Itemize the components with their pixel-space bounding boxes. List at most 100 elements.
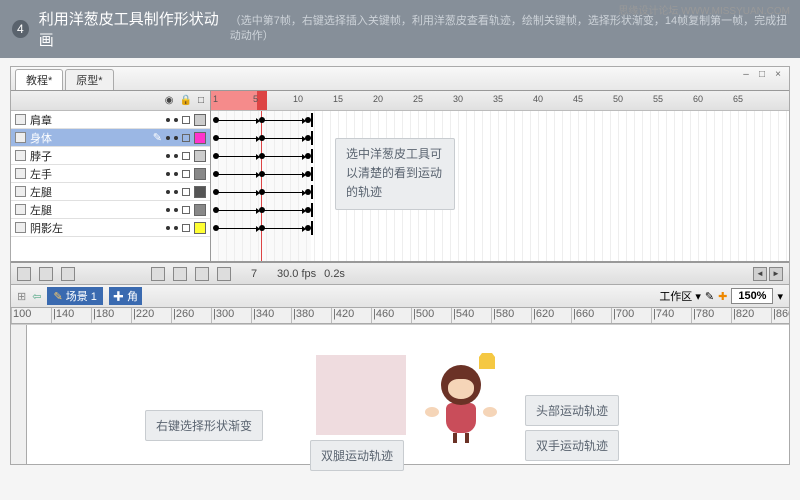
ruler-tick: 25	[411, 91, 451, 110]
flash-window: 教程* 原型* – □ × ◉ 🔒 □ 肩章 身体 ✎ 脖子 左手 左腿 左腿	[10, 66, 790, 465]
shape-tween[interactable]	[263, 210, 303, 211]
keyframe-row[interactable]	[211, 129, 789, 147]
close-icon[interactable]: ×	[773, 71, 783, 81]
shape-tween[interactable]	[263, 228, 303, 229]
ruler-tick: |860	[771, 308, 789, 323]
character-body	[446, 403, 476, 433]
layer-icon	[15, 186, 26, 197]
crown-icon	[479, 357, 495, 369]
ruler-tick: |220	[131, 308, 171, 323]
shape-tween[interactable]	[263, 138, 303, 139]
watermark: 思缘设计论坛 WWW.MISSYUAN.COM	[618, 2, 790, 17]
layer-color[interactable]	[194, 186, 206, 198]
ruler-tick: |580	[491, 308, 531, 323]
ruler-tick: |260	[171, 308, 211, 323]
edit-scene-icon[interactable]: ✎	[705, 290, 714, 303]
window-controls: – □ ×	[739, 69, 785, 90]
symbol-crumb[interactable]: ✚ 角	[109, 287, 142, 305]
shape-tween[interactable]	[217, 228, 257, 229]
layer-lock[interactable]	[182, 116, 190, 124]
scroll-left-icon[interactable]: ◄	[753, 267, 767, 281]
layer-lock[interactable]	[182, 152, 190, 160]
layer-color[interactable]	[194, 132, 206, 144]
layer-color[interactable]	[194, 150, 206, 162]
frame-end	[311, 185, 313, 199]
ruler-tick: |140	[51, 308, 91, 323]
keyframe-row[interactable]	[211, 201, 789, 219]
layer-color[interactable]	[194, 168, 206, 180]
layer-row[interactable]: 左腿	[11, 183, 210, 201]
ruler-tick: |820	[731, 308, 771, 323]
shape-tween[interactable]	[263, 120, 303, 121]
callout-hands-track: 双手运动轨迹	[525, 430, 619, 461]
ruler-tick: |500	[411, 308, 451, 323]
layer-lock[interactable]	[182, 170, 190, 178]
ruler-tick: 45	[571, 91, 611, 110]
layer-lock[interactable]	[182, 188, 190, 196]
onion-outline-icon[interactable]	[195, 267, 209, 281]
layer-lock[interactable]	[182, 134, 190, 142]
maximize-icon[interactable]: □	[757, 71, 767, 81]
layer-row[interactable]: 身体 ✎	[11, 129, 210, 147]
onion-skin-icon[interactable]	[173, 267, 187, 281]
edit-bar-icon[interactable]: ⊞	[17, 290, 26, 303]
new-layer-icon[interactable]	[17, 267, 31, 281]
frame-ruler[interactable]: 15101520253035404550556065	[211, 91, 789, 111]
delete-layer-icon[interactable]	[61, 267, 75, 281]
workarea-label[interactable]: 工作区 ▾	[659, 288, 701, 304]
stage-ruler-h: 100|140|180|220|260|300|340|380|420|460|…	[11, 308, 789, 324]
ruler-tick: |620	[531, 308, 571, 323]
character[interactable]	[431, 365, 491, 445]
shape-tween[interactable]	[263, 192, 303, 193]
tab-prototype[interactable]: 原型*	[65, 69, 113, 90]
new-folder-icon[interactable]	[39, 267, 53, 281]
ruler-tick: |660	[571, 308, 611, 323]
outline-icon[interactable]: □	[198, 95, 204, 106]
shape-tween[interactable]	[217, 174, 257, 175]
shape-tween[interactable]	[217, 138, 257, 139]
minimize-icon[interactable]: –	[741, 71, 751, 81]
layer-row[interactable]: 左腿	[11, 201, 210, 219]
shape-tween[interactable]	[263, 174, 303, 175]
keyframe-row[interactable]	[211, 147, 789, 165]
layer-row[interactable]: 阴影左	[11, 219, 210, 237]
layer-color[interactable]	[194, 204, 206, 216]
ruler-tick: 10	[291, 91, 331, 110]
zoom-dropdown-icon[interactable]: ▾	[777, 290, 783, 303]
shape-tween[interactable]	[217, 210, 257, 211]
layer-lock[interactable]	[182, 206, 190, 214]
center-frame-icon[interactable]	[151, 267, 165, 281]
layer-color[interactable]	[194, 222, 206, 234]
keyframe-row[interactable]	[211, 219, 789, 237]
layer-row[interactable]: 肩章	[11, 111, 210, 129]
ruler-tick: 40	[531, 91, 571, 110]
shape-tween[interactable]	[217, 156, 257, 157]
edit-multiple-icon[interactable]	[217, 267, 231, 281]
shape-tween[interactable]	[217, 192, 257, 193]
keyframe-row[interactable]	[211, 183, 789, 201]
ruler-tick: 15	[331, 91, 371, 110]
layer-color[interactable]	[194, 114, 206, 126]
frame-grid[interactable]	[211, 111, 789, 261]
edit-symbol-icon[interactable]: ✚	[718, 290, 727, 303]
keyframe-row[interactable]	[211, 111, 789, 129]
lock-icon[interactable]: 🔒	[180, 95, 192, 106]
layer-lock[interactable]	[182, 224, 190, 232]
zoom-input[interactable]: 150%	[731, 288, 773, 304]
tab-tutorial[interactable]: 教程*	[15, 69, 63, 90]
keyframe-row[interactable]	[211, 165, 789, 183]
visibility-icon[interactable]: ◉	[165, 95, 174, 106]
pencil-icon: ✎	[153, 131, 162, 144]
frame-end	[311, 221, 313, 235]
layer-row[interactable]: 左手	[11, 165, 210, 183]
ruler-tick: 5	[251, 91, 291, 110]
layer-row[interactable]: 脖子	[11, 147, 210, 165]
time-display: 0.2s	[324, 268, 345, 280]
shape-tween[interactable]	[217, 120, 257, 121]
scene-crumb[interactable]: ✎ 场景 1	[47, 287, 102, 305]
back-icon[interactable]: ⇦	[32, 290, 41, 303]
ruler-tick: |780	[691, 308, 731, 323]
shape-tween[interactable]	[263, 156, 303, 157]
scroll-right-icon[interactable]: ►	[769, 267, 783, 281]
layer-icon	[15, 222, 26, 233]
